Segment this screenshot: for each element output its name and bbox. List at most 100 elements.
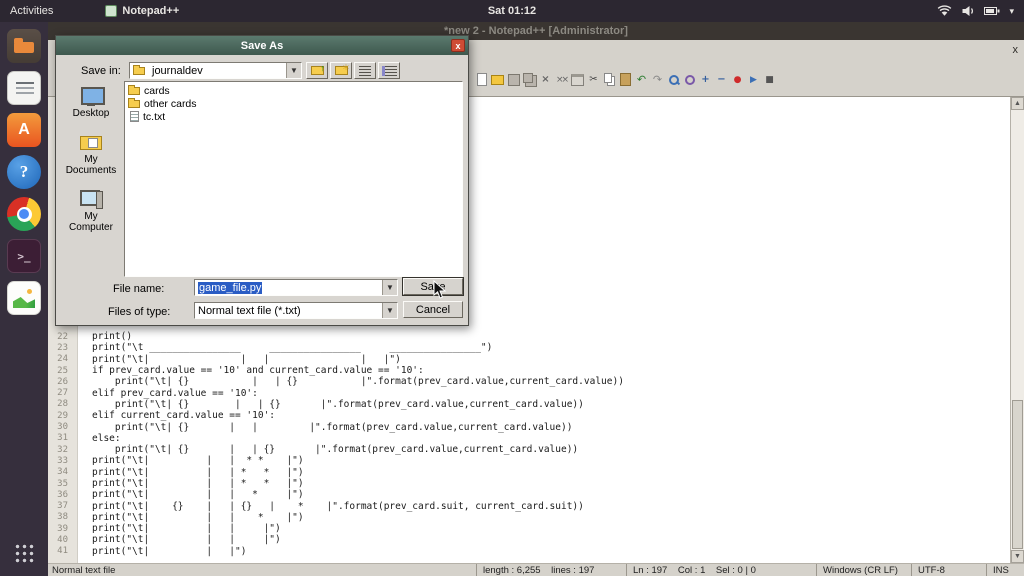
line-number: 29 [48, 411, 74, 421]
scroll-thumb[interactable] [1012, 400, 1023, 549]
save-button[interactable]: Save [403, 278, 463, 295]
app-menu[interactable]: Notepad++ [105, 5, 179, 17]
status-eol[interactable]: Windows (CR LF) [816, 564, 911, 576]
new-file-icon[interactable] [475, 73, 488, 86]
code-line: 40 print("\t| | | |") [48, 534, 1010, 545]
copy-icon[interactable] [603, 73, 616, 86]
status-doc-type: Normal text file [48, 564, 476, 576]
line-number: 36 [48, 490, 74, 500]
file-type-dropdown-arrow[interactable]: ▼ [382, 303, 397, 318]
text-editor-icon[interactable] [7, 71, 41, 105]
file-item[interactable]: tc.txt [128, 110, 459, 123]
files-icon[interactable] [7, 29, 41, 63]
new-folder-button[interactable] [330, 62, 352, 79]
code-text: print("\t| | | * |") [74, 489, 304, 500]
line-number: 25 [48, 366, 74, 376]
window-close-button[interactable]: x [1013, 45, 1019, 55]
code-text: print("\t| | | * * |") [74, 478, 304, 489]
code-line: 28 print("\t| {} | | {} |".format(prev_c… [48, 399, 1010, 410]
scroll-up-button[interactable]: ▲ [1011, 97, 1024, 110]
image-viewer-icon[interactable] [7, 281, 41, 315]
status-encoding[interactable]: UTF-8 [911, 564, 986, 576]
place-my-documents[interactable]: My Documents [62, 132, 120, 176]
close-all-icon[interactable] [555, 73, 568, 86]
software-store-icon[interactable] [7, 113, 41, 147]
place-label: My Documents [62, 154, 120, 176]
show-apps-button[interactable] [7, 536, 41, 570]
save-all-icon[interactable] [523, 73, 536, 86]
line-number: 28 [48, 399, 74, 409]
stop-macro-icon[interactable] [763, 73, 776, 86]
redo-icon[interactable] [651, 73, 664, 86]
status-bar: Normal text file length : 6,255 lines : … [48, 563, 1024, 576]
file-name-combo[interactable]: game_file.py ▼ [194, 279, 398, 296]
save-in-dropdown-arrow[interactable]: ▼ [286, 63, 301, 78]
play-macro-icon[interactable] [747, 73, 760, 86]
code-line: 27 elif prev_card.value == '10': [48, 387, 1010, 398]
file-name-dropdown-arrow[interactable]: ▼ [382, 280, 397, 295]
file-item-label: other cards [144, 98, 197, 110]
dialog-close-button[interactable]: x [451, 39, 465, 52]
battery-icon [984, 6, 1000, 16]
file-item-label: tc.txt [143, 111, 165, 123]
code-text: if prev_card.value == '10' and current_c… [74, 365, 424, 376]
status-insert-mode[interactable]: INS [986, 564, 1024, 576]
code-line: 23 print("\t ________________ __________… [48, 342, 1010, 353]
paste-icon[interactable] [619, 73, 632, 86]
place-my-computer[interactable]: My Computer [62, 189, 120, 233]
code-text: print("\t| | | |") [74, 534, 281, 545]
cut-icon[interactable] [587, 73, 600, 86]
save-in-combo[interactable]: journaldev ▼ [129, 62, 302, 79]
line-number: 23 [48, 343, 74, 353]
file-type-combo[interactable]: Normal text file (*.txt) ▼ [194, 302, 398, 319]
replace-icon[interactable] [683, 73, 696, 86]
code-line: 32 print("\t| {} | | {} |".format(prev_c… [48, 444, 1010, 455]
scroll-down-button[interactable]: ▼ [1011, 550, 1024, 563]
chevron-down-icon: ▾ [1009, 6, 1014, 17]
code-text: print("\t| {} | | {} |".format(prev_card… [74, 376, 624, 387]
help-icon[interactable] [7, 155, 41, 189]
file-listbox[interactable]: cards other cards tc.txt [124, 81, 463, 277]
file-name-label: File name: [113, 283, 164, 295]
save-in-label: Save in: [81, 65, 121, 77]
code-text: print("\t| | | | |") [74, 354, 401, 365]
line-number: 33 [48, 456, 74, 466]
zoom-out-icon[interactable] [715, 73, 728, 86]
code-line: 24 print("\t| | | | |") [48, 354, 1010, 365]
open-folder-icon[interactable] [491, 73, 504, 86]
view-details-button[interactable] [378, 62, 400, 79]
cancel-button[interactable]: Cancel [403, 301, 463, 318]
line-number: 35 [48, 479, 74, 489]
code-line: 29 elif current_card.value == '10': [48, 410, 1010, 421]
zoom-in-icon[interactable] [699, 73, 712, 86]
file-item[interactable]: other cards [128, 97, 459, 110]
undo-icon[interactable] [635, 73, 648, 86]
place-desktop[interactable]: Desktop [62, 86, 120, 119]
up-one-level-button[interactable] [306, 62, 328, 79]
code-text: print("\t ________________ _____________… [74, 342, 492, 353]
line-number: 30 [48, 422, 74, 432]
dialog-titlebar[interactable]: Save As x [56, 36, 468, 55]
line-number: 24 [48, 354, 74, 364]
code-line: 37 print("\t| {} | | {} | * |".format(pr… [48, 500, 1010, 511]
print-icon[interactable] [571, 73, 584, 86]
file-name-value[interactable]: game_file.py [198, 282, 262, 294]
code-line: 41 print("\t| | |") [48, 546, 1010, 557]
system-indicators[interactable]: ▾ [937, 5, 1024, 17]
chromium-icon[interactable] [7, 197, 41, 231]
dialog-title: Save As [241, 40, 283, 52]
find-icon[interactable] [667, 73, 680, 86]
code-text: elif prev_card.value == '10': [74, 388, 258, 399]
file-item[interactable]: cards [128, 84, 459, 97]
code-line: 35 print("\t| | | * * |") [48, 478, 1010, 489]
editor-scrollbar[interactable]: ▲ ▼ [1010, 97, 1024, 563]
view-list-button[interactable] [354, 62, 376, 79]
save-icon[interactable] [507, 73, 520, 86]
code-text: print("\t| {} | | |".format(prev_card.va… [74, 422, 572, 433]
code-text: print("\t| | | * * |") [74, 467, 304, 478]
terminal-icon[interactable] [7, 239, 41, 273]
activities-button[interactable]: Activities [0, 5, 63, 17]
record-macro-icon[interactable] [731, 73, 744, 86]
close-file-icon[interactable] [539, 73, 552, 86]
line-number: 27 [48, 388, 74, 398]
